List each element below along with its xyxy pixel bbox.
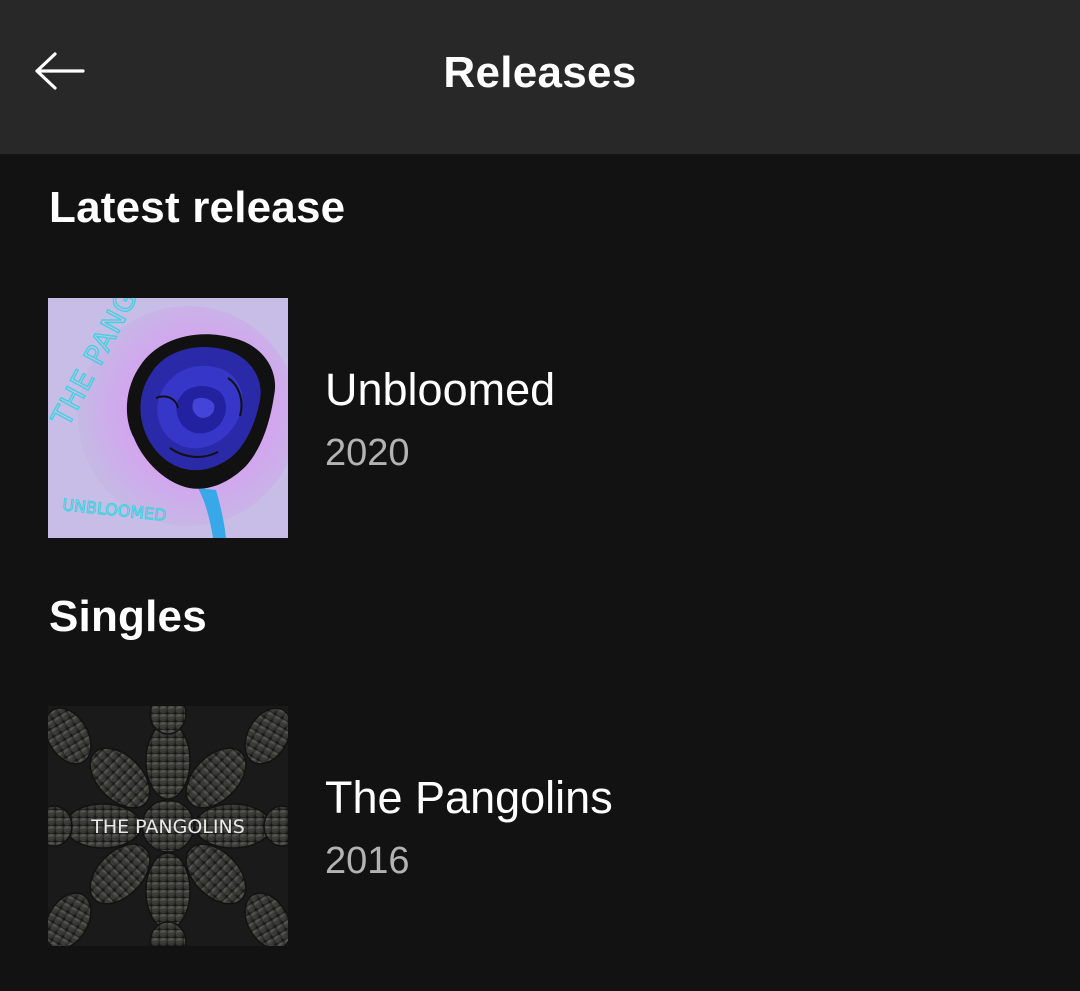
release-title: The Pangolins bbox=[325, 772, 613, 823]
album-cover-unbloomed: THE PANGOLINS UNBLOOMED bbox=[48, 298, 288, 538]
release-item-unbloomed[interactable]: THE PANGOLINS UNBLOOMED Unbloomed 2020 bbox=[48, 298, 1048, 538]
singles-heading: Singles bbox=[49, 592, 207, 641]
album-cover-the-pangolins: THE PANGOLINS bbox=[48, 706, 288, 946]
page-title: Releases bbox=[443, 48, 637, 97]
release-year: 2016 bbox=[325, 840, 410, 882]
latest-release-heading: Latest release bbox=[49, 183, 346, 232]
cover-title-text: THE PANGOLINS bbox=[90, 816, 245, 838]
top-app-bar: Releases bbox=[0, 0, 1080, 154]
release-item-the-pangolins[interactable]: THE PANGOLINS The Pangolins 2016 bbox=[48, 706, 1048, 946]
release-title: Unbloomed bbox=[325, 364, 556, 415]
release-year: 2020 bbox=[325, 432, 410, 474]
